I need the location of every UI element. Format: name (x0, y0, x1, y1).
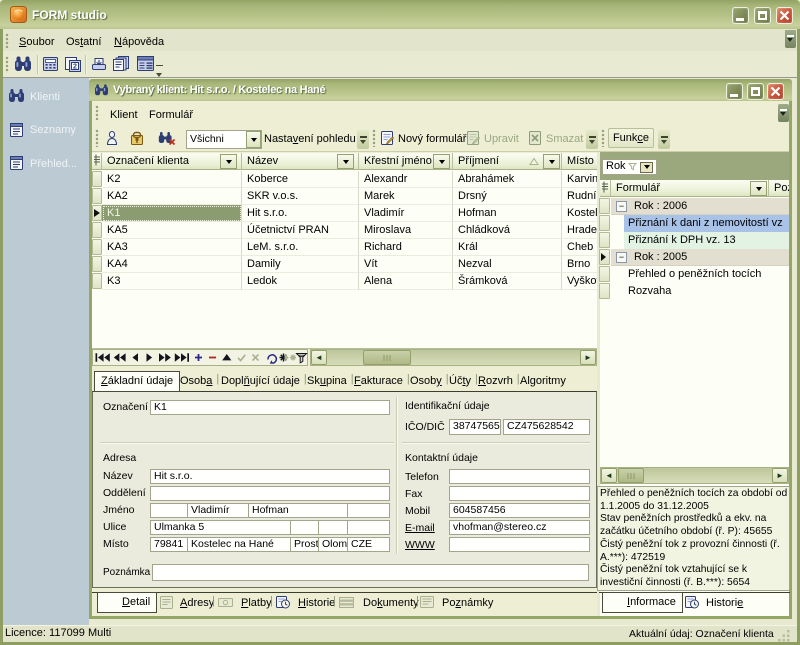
svg-text:2: 2 (73, 64, 77, 71)
